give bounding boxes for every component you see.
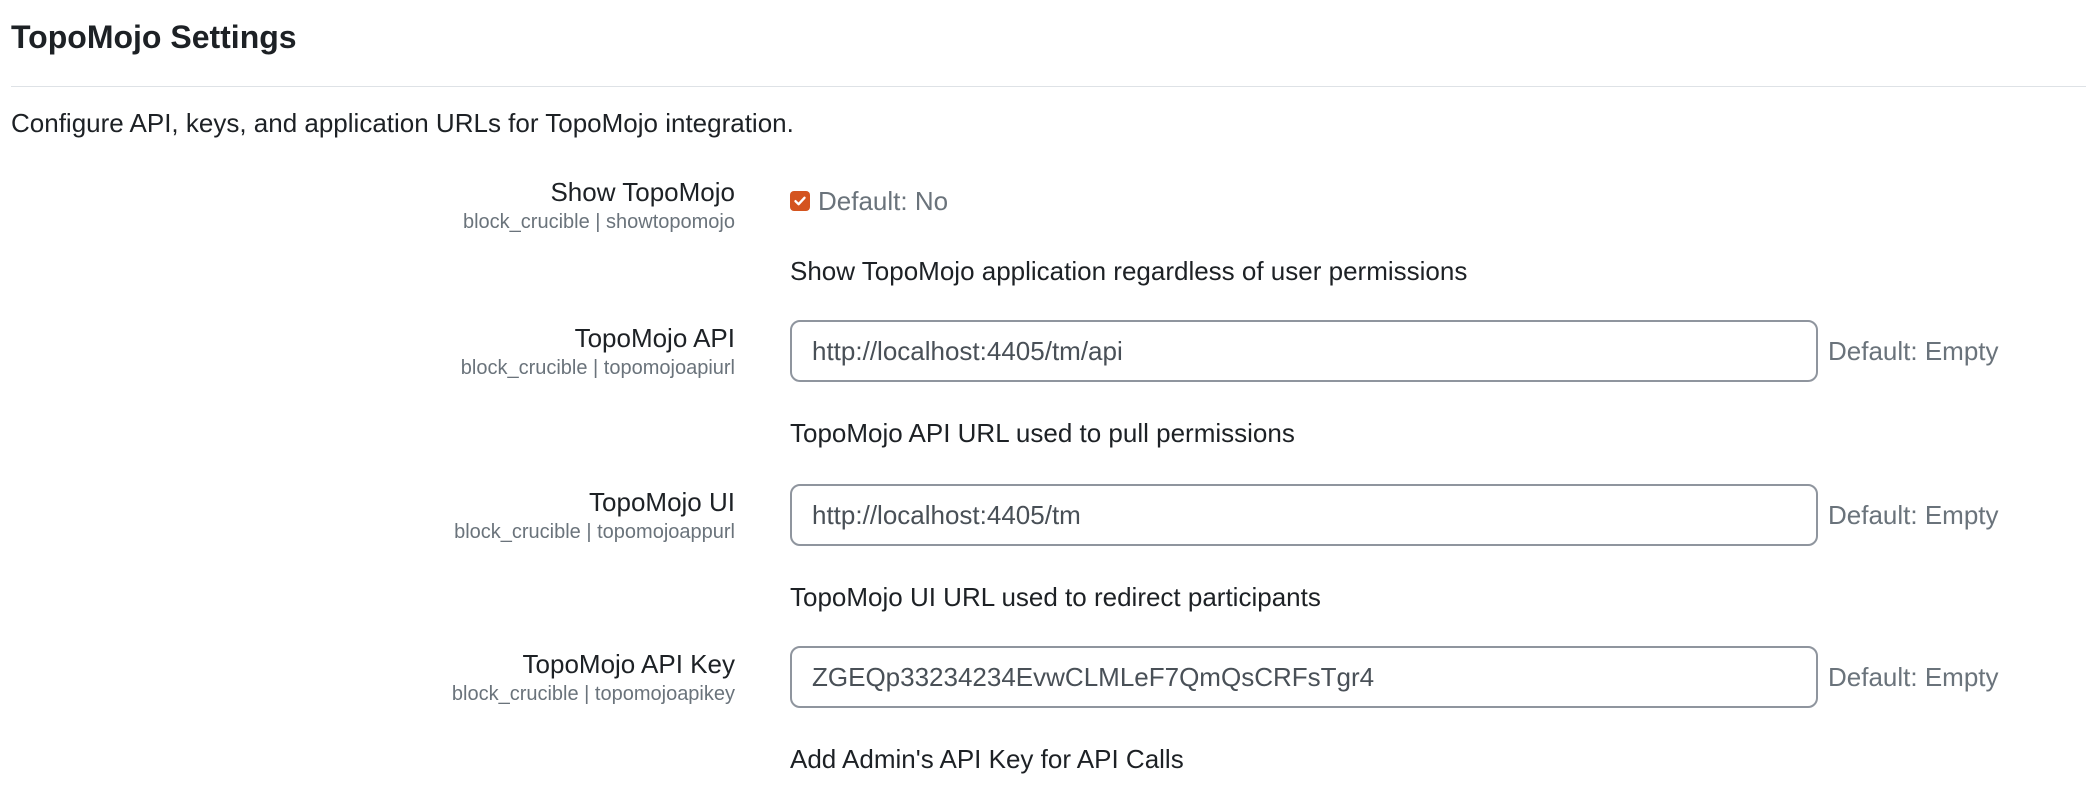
page-intro: Configure API, keys, and application URL…	[11, 108, 794, 138]
setting-default: Default: No	[818, 186, 949, 216]
topomojo-ui-url-input[interactable]	[790, 484, 1818, 546]
setting-description: Show TopoMojo application regardless of …	[790, 256, 1468, 286]
setting-key: block_crucible | topomojoapikey	[451, 683, 735, 705]
setting-description: Add Admin's API Key for API Calls	[790, 744, 1184, 774]
setting-description: TopoMojo API URL used to pull permission…	[790, 418, 1295, 448]
setting-label-group: TopoMojo UI block_crucible | topomojoapp…	[454, 486, 735, 546]
setting-default: Default: Empty	[1828, 662, 1999, 692]
setting-default: Default: Empty	[1828, 336, 1999, 366]
setting-label: TopoMojo API	[574, 323, 735, 353]
setting-key: block_crucible | showtopomojo	[462, 211, 735, 233]
setting-label: Show TopoMojo	[550, 177, 735, 207]
setting-key: block_crucible | topomojoapiurl	[460, 357, 735, 379]
setting-label: TopoMojo UI	[589, 487, 735, 517]
show-topomojo-checkbox[interactable]	[790, 191, 810, 211]
page-title: TopoMojo Settings	[11, 19, 297, 55]
setting-description: TopoMojo UI URL used to redirect partici…	[790, 582, 1321, 612]
setting-label-group: Show TopoMojo block_crucible | showtopom…	[463, 176, 735, 236]
topomojo-api-url-input[interactable]	[790, 320, 1818, 382]
checkmark-icon	[794, 196, 806, 206]
setting-label-group: TopoMojo API block_crucible | topomojoap…	[461, 322, 735, 382]
title-divider	[11, 86, 2086, 87]
topomojo-api-key-input[interactable]	[790, 646, 1818, 708]
setting-key: block_crucible | topomojoappurl	[454, 521, 735, 543]
setting-label: TopoMojo API Key	[522, 649, 735, 679]
setting-label-group: TopoMojo API Key block_crucible | topomo…	[452, 648, 735, 708]
setting-default: Default: Empty	[1828, 500, 1999, 530]
